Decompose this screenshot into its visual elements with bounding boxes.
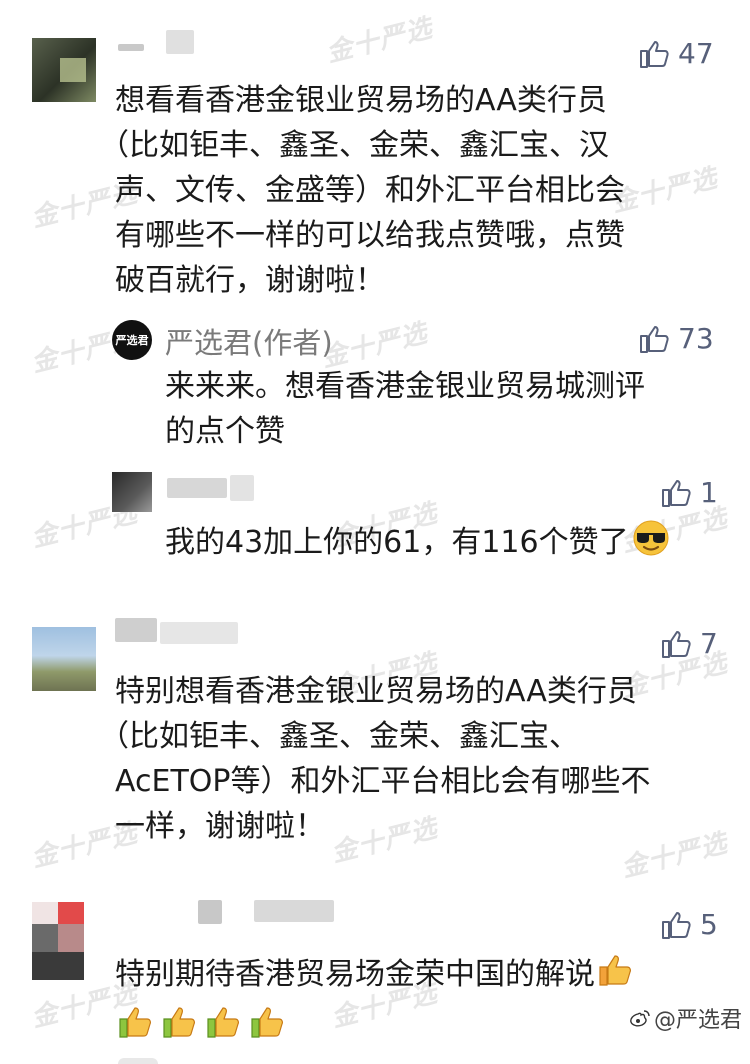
username-blurred: [166, 30, 194, 54]
thumbs-up-icon: [662, 630, 691, 658]
like-count: 1: [700, 476, 718, 509]
username-blurred: [115, 618, 157, 642]
like-button[interactable]: 73: [638, 322, 714, 355]
comment-text: 特别期待香港贸易场金荣中国的解说: [115, 950, 635, 997]
like-button[interactable]: 7: [660, 627, 718, 660]
thumbs-up-emoji-icon: [163, 1007, 195, 1038]
thumbs-up-emoji-icon: [251, 1007, 283, 1038]
credit-text: @严选君: [653, 1008, 742, 1033]
like-button[interactable]: 1: [660, 476, 718, 509]
thumbs-up-emoji-icon: [119, 1007, 151, 1038]
username-blurred: [118, 44, 144, 51]
watermark-text: 金十严选: [323, 13, 436, 69]
like-count: 5: [700, 908, 718, 941]
like-button[interactable]: 5: [660, 908, 718, 941]
like-count: 47: [678, 37, 714, 70]
thumbs-up-icon: [662, 911, 691, 939]
sunglasses-face-icon: [633, 520, 669, 556]
avatar[interactable]: [112, 472, 152, 512]
username-blurred: [167, 478, 227, 498]
comment-text: 我的43加上你的61，有116个赞了: [165, 518, 671, 565]
thumbs-up-icon: [640, 325, 669, 353]
avatar[interactable]: [32, 902, 84, 980]
thumbs-up-icon: [662, 479, 691, 507]
author-avatar-label: 严选君: [115, 334, 149, 347]
like-count: 73: [678, 322, 714, 355]
thumbs-up-emoji-row: [115, 1002, 287, 1042]
thumbs-up-icon: [640, 40, 669, 68]
avatar[interactable]: [32, 627, 96, 691]
author-avatar[interactable]: 严选君: [112, 320, 152, 360]
author-name[interactable]: 严选君(作者): [165, 320, 333, 362]
source-credit: @严选君: [629, 1002, 742, 1034]
thumbs-up-emoji-icon: [207, 1007, 239, 1038]
username-blurred: [160, 622, 238, 644]
weibo-logo-icon: [630, 1010, 650, 1027]
comment-text: 想看看香港金银业贸易场的AA类行员 （比如钜丰、鑫圣、金荣、鑫汇宝、汉 声、文传…: [99, 83, 625, 298]
comment-text: 特别想看香港金银业贸易场的AA类行员 （比如钜丰、鑫圣、金荣、鑫汇宝、 AcET…: [99, 674, 651, 844]
thumbs-up-emoji-icon: [599, 955, 631, 986]
username-blurred: [254, 900, 334, 922]
like-count: 7: [700, 627, 718, 660]
username-blurred: [230, 475, 254, 501]
next-avatar-partial: [118, 1058, 158, 1064]
comment-text: 来来来。想看香港金银业贸易城测评 的点个赞: [165, 369, 645, 449]
username-blurred: [198, 900, 222, 924]
avatar[interactable]: [32, 38, 96, 102]
like-button[interactable]: 47: [638, 37, 714, 70]
